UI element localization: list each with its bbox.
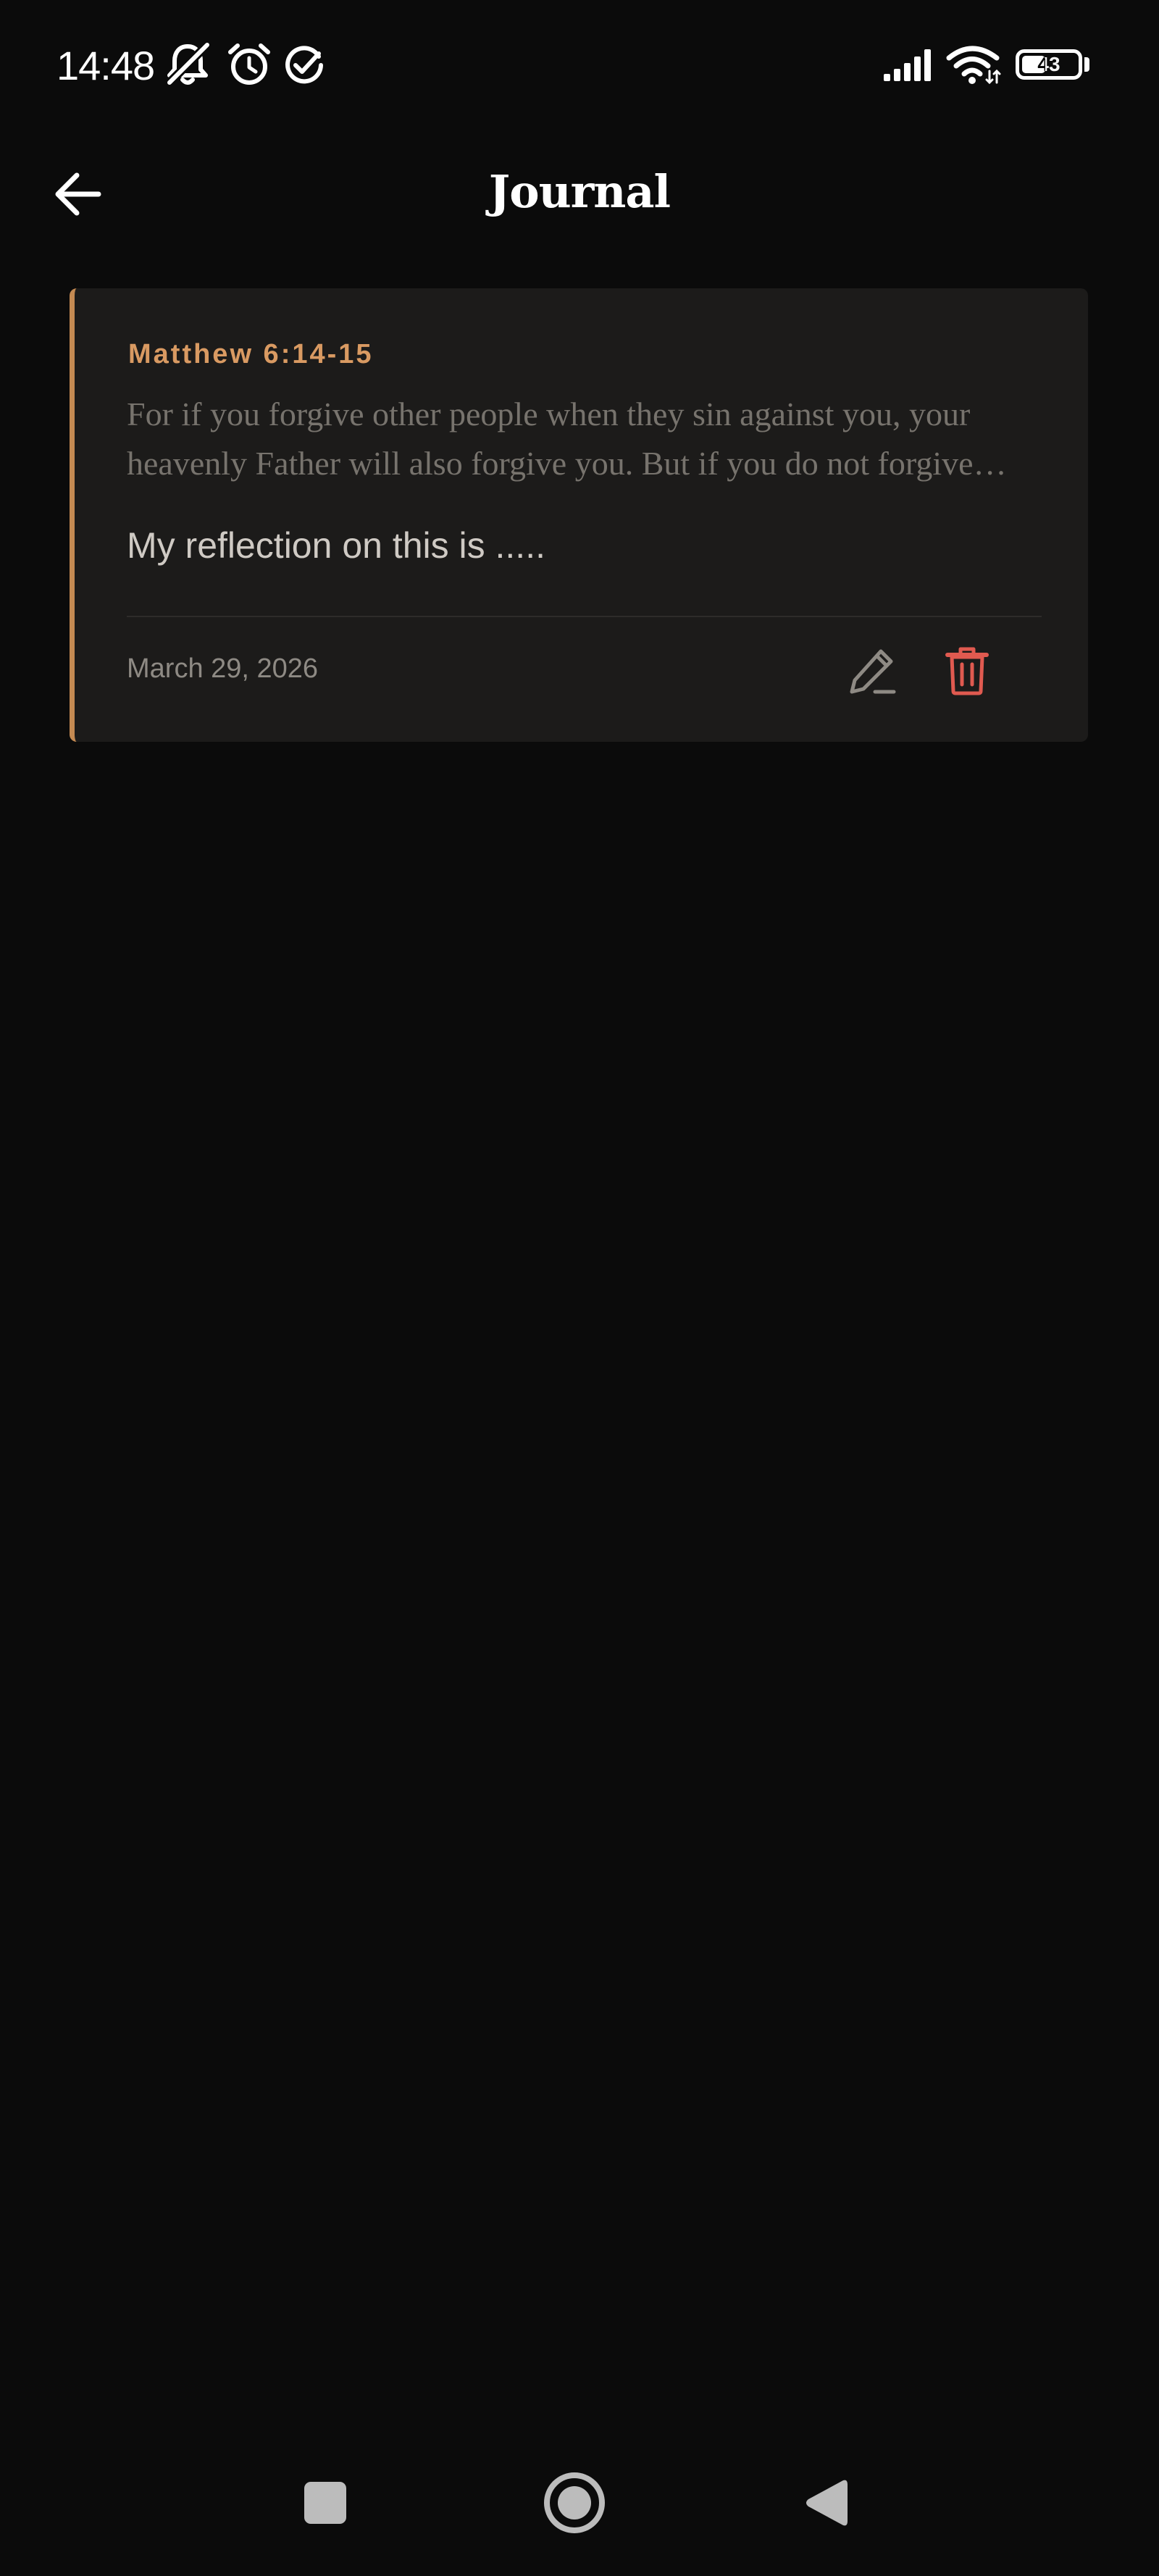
edit-button[interactable] xyxy=(845,643,900,698)
entry-date: March 29, 2026 xyxy=(127,653,319,684)
battery-icon: 43 xyxy=(1016,49,1082,80)
card-divider xyxy=(127,616,1042,617)
delete-button[interactable] xyxy=(940,643,995,698)
back-nav-button[interactable] xyxy=(787,2463,866,2543)
notifications-off-icon xyxy=(164,41,212,91)
pencil-icon xyxy=(850,649,896,694)
trash-icon xyxy=(945,647,989,695)
verse-text: For if you forgive other people when the… xyxy=(127,396,974,482)
wifi-icon xyxy=(946,43,1001,88)
status-time: 14:48 xyxy=(57,43,155,88)
page-title: Journal xyxy=(488,165,671,218)
home-circle-icon xyxy=(544,2472,605,2533)
status-bar: 14:48 43 xyxy=(0,0,1159,130)
battery-nub xyxy=(1084,57,1089,72)
back-triangle-icon xyxy=(806,2480,848,2526)
system-navigation-bar xyxy=(0,2463,1159,2576)
reflection-text: My reflection on this is ..... xyxy=(127,525,545,566)
alarm-icon xyxy=(226,42,272,91)
journal-entry-content: Matthew 6:14-15 For if you forgive other… xyxy=(127,288,1042,742)
verse-reference: Matthew 6:14-15 xyxy=(128,339,374,369)
home-button[interactable] xyxy=(535,2463,614,2543)
battery-percentage: 43 xyxy=(1037,53,1060,75)
recents-square-icon xyxy=(304,2482,346,2524)
journal-entry-card[interactable]: Matthew 6:14-15 For if you forgive other… xyxy=(70,288,1088,742)
recents-button[interactable] xyxy=(285,2463,365,2543)
signal-icon xyxy=(882,46,937,86)
check-circle-icon xyxy=(283,43,326,91)
